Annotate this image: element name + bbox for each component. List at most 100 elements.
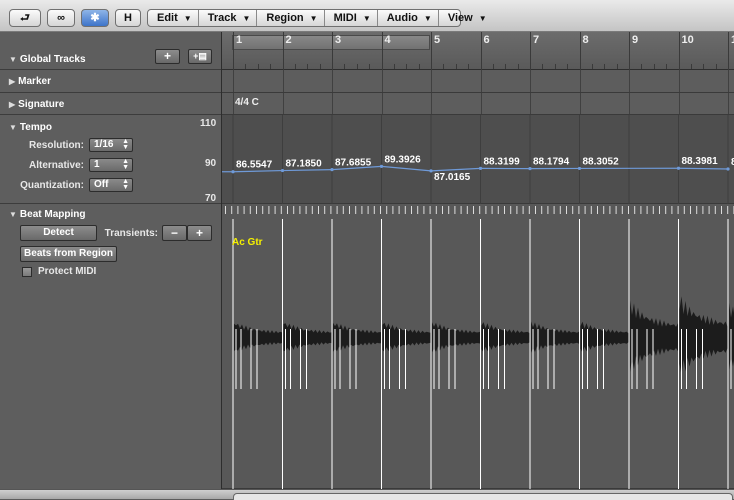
signature-lane[interactable]: 4/4 C bbox=[222, 93, 734, 115]
configure-global-tracks-button[interactable]: +▤ bbox=[188, 49, 212, 64]
beat-tick bbox=[456, 64, 457, 69]
menu-region[interactable]: Region▼ bbox=[257, 10, 324, 26]
beat-grid-tick bbox=[318, 206, 319, 214]
bar-ruler[interactable]: 123456789101 bbox=[222, 32, 734, 70]
bar-line bbox=[580, 32, 581, 70]
menu-label: MIDI bbox=[334, 12, 357, 24]
protect-midi-label: Protect MIDI bbox=[38, 266, 96, 277]
beat-tick bbox=[307, 64, 308, 69]
beat-grid-tick bbox=[684, 206, 685, 214]
tempo-value-label: 88.3199 bbox=[484, 156, 521, 167]
beat-grid-tick bbox=[498, 206, 499, 214]
beat-grid-tick bbox=[237, 206, 238, 214]
beat-grid-tick bbox=[306, 206, 307, 214]
transients-minus-button[interactable]: − bbox=[162, 225, 187, 241]
hide-button-label: H bbox=[124, 12, 132, 24]
menu-label: Region bbox=[266, 12, 303, 24]
protect-midi-checkbox[interactable] bbox=[22, 267, 32, 277]
beat-grid-tick bbox=[337, 206, 338, 214]
beat-tick bbox=[641, 64, 642, 69]
beat-tick bbox=[357, 64, 358, 69]
beat-grid-tick bbox=[467, 206, 468, 214]
transients-plus-button[interactable]: + bbox=[187, 225, 212, 241]
global-tracks-title: Global Tracks bbox=[20, 54, 86, 65]
bar-number: 4 bbox=[385, 34, 391, 46]
bar-line bbox=[233, 70, 234, 92]
catch-icon: ✱ bbox=[90, 12, 99, 24]
beat-tick bbox=[344, 64, 345, 69]
cycle-area[interactable] bbox=[232, 35, 430, 50]
beat-grid-tick bbox=[647, 206, 648, 214]
menu-view[interactable]: View ▼ bbox=[439, 10, 493, 26]
disclosure-closed-icon: ▶ bbox=[9, 77, 15, 86]
beat-mapping-display[interactable] bbox=[222, 204, 734, 489]
configure-icon: +▤ bbox=[193, 51, 207, 61]
beat-grid-tick bbox=[516, 206, 517, 214]
quantization-select[interactable]: Off ▲▼ bbox=[89, 178, 133, 192]
bar-line bbox=[580, 70, 581, 92]
chevron-down-icon: ▼ bbox=[479, 14, 487, 23]
detect-button-label: Detect bbox=[43, 227, 74, 238]
beat-mapping-toggle[interactable]: ▼Beat Mapping bbox=[9, 209, 85, 220]
beat-mapping-lane[interactable]: Ac Gtr bbox=[222, 204, 734, 489]
beat-grid-tick bbox=[696, 206, 697, 214]
link-button[interactable]: ∞ bbox=[47, 9, 75, 27]
horizontal-scrollbar[interactable] bbox=[0, 489, 734, 499]
region-name[interactable]: Ac Gtr bbox=[232, 237, 263, 248]
bar-line bbox=[431, 70, 432, 92]
menu-track[interactable]: Track▼ bbox=[199, 10, 258, 26]
tempo-lane[interactable]: 86.554787.185087.685589.392687.016588.31… bbox=[222, 115, 734, 204]
tempo-toggle[interactable]: ▼Tempo bbox=[9, 122, 52, 133]
marker-title: Marker bbox=[18, 76, 51, 87]
beat-tick bbox=[691, 64, 692, 69]
marker-toggle[interactable]: ▶Marker bbox=[9, 76, 51, 87]
beat-grid-tick bbox=[690, 206, 691, 214]
signature-value[interactable]: 4/4 C bbox=[235, 97, 259, 108]
menu-edit[interactable]: Edit▼ bbox=[148, 10, 199, 26]
chevron-down-icon: ▼ bbox=[424, 14, 432, 23]
resolution-select[interactable]: 1/16 ▲▼ bbox=[89, 138, 133, 152]
beat-grid-tick bbox=[479, 206, 480, 214]
tempo-curve[interactable]: 86.554787.185087.685589.392687.016588.31… bbox=[222, 115, 734, 204]
detect-button[interactable]: Detect bbox=[20, 225, 97, 241]
beat-grid-tick bbox=[355, 206, 356, 214]
hide-button[interactable]: H bbox=[115, 9, 141, 27]
tempo-value-label: 89.3926 bbox=[385, 154, 422, 165]
beat-grid-tick bbox=[411, 206, 412, 214]
beats-from-region-button[interactable]: Beats from Region bbox=[20, 246, 117, 262]
beat-grid-tick bbox=[721, 206, 722, 214]
beat-grid-tick bbox=[374, 206, 375, 214]
catch-playhead-button[interactable]: ✱ bbox=[81, 9, 109, 27]
tempo-point[interactable] bbox=[726, 167, 729, 170]
tempo-title: Tempo bbox=[20, 122, 52, 133]
bar-line bbox=[382, 32, 383, 70]
signature-track-header[interactable]: ▶Signature bbox=[0, 93, 221, 115]
bar-line bbox=[530, 32, 531, 70]
beat-grid-tick bbox=[250, 206, 251, 214]
beat-grid-tick bbox=[529, 206, 530, 214]
bar-number: 9 bbox=[632, 34, 638, 46]
beat-grid-tick bbox=[442, 206, 443, 214]
resolution-label: Resolution: bbox=[10, 140, 84, 151]
back-button[interactable]: ⮐ bbox=[9, 9, 41, 27]
marker-track-header[interactable]: ▶Marker bbox=[0, 70, 221, 93]
beat-tick bbox=[716, 64, 717, 69]
beat-mapping-title: Beat Mapping bbox=[20, 209, 86, 220]
beat-grid-tick bbox=[702, 206, 703, 214]
global-tracks-toggle[interactable]: ▼Global Tracks bbox=[9, 54, 86, 65]
alternative-select[interactable]: 1 ▲▼ bbox=[89, 158, 133, 172]
beat-grid-tick bbox=[423, 206, 424, 214]
menu-audio[interactable]: Audio▼ bbox=[378, 10, 439, 26]
beat-grid-tick bbox=[510, 206, 511, 214]
signature-toggle[interactable]: ▶Signature bbox=[9, 99, 64, 110]
beat-grid-tick bbox=[349, 206, 350, 214]
beat-grid-tick bbox=[268, 206, 269, 214]
menu-label: View bbox=[448, 12, 473, 24]
beat-grid-tick bbox=[566, 206, 567, 214]
bar-number: 2 bbox=[286, 34, 292, 46]
marker-lane[interactable] bbox=[222, 70, 734, 93]
bar-line bbox=[332, 32, 333, 70]
add-global-track-button[interactable]: + bbox=[155, 49, 180, 64]
tempo-scale-mid: 90 bbox=[205, 158, 216, 169]
menu-midi[interactable]: MIDI▼ bbox=[325, 10, 378, 26]
